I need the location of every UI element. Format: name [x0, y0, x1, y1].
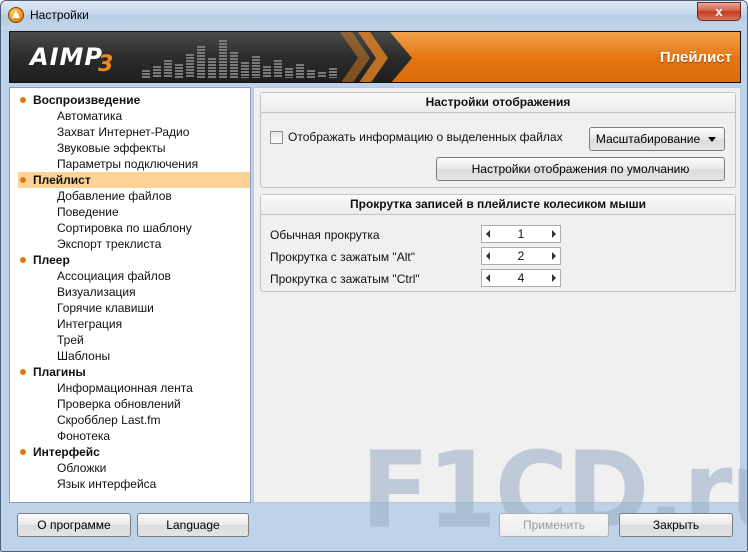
- tree-item-visualization[interactable]: Визуализация: [57, 284, 136, 300]
- tree-item-export-tracklist[interactable]: Экспорт треклиста: [57, 236, 161, 252]
- tree-item-update-check[interactable]: Проверка обновлений: [57, 396, 181, 412]
- bullet-icon: [20, 449, 26, 455]
- mouse-scroll-group: Прокрутка записей в плейлисте колесиком …: [260, 194, 736, 292]
- scaling-dropdown[interactable]: Масштабирование: [589, 127, 725, 151]
- arrow-left-icon[interactable]: [486, 274, 490, 282]
- tree-category-plugins[interactable]: Плагины: [18, 364, 242, 380]
- arrow-right-icon[interactable]: [552, 252, 556, 260]
- tree-category-playback[interactable]: Воспроизведение: [18, 92, 242, 108]
- language-button[interactable]: Language: [137, 513, 249, 537]
- aimp-logo: AIMP: [30, 43, 103, 71]
- group-title: Настройки отображения: [261, 93, 735, 113]
- equalizer-decoration: [142, 40, 337, 78]
- tree-item-connection[interactable]: Параметры подключения: [57, 156, 198, 172]
- tree-item-hotkeys[interactable]: Горячие клавиши: [57, 300, 154, 316]
- tree-item-radio-capture[interactable]: Захват Интернет-Радио: [57, 124, 189, 140]
- scroll-normal-label: Обычная прокрутка: [270, 228, 380, 242]
- tree-category-player[interactable]: Плеер: [18, 252, 242, 268]
- tree-item-sort-template[interactable]: Сортировка по шаблону: [57, 220, 192, 236]
- tree-item-music-library[interactable]: Фонотека: [57, 428, 110, 444]
- default-display-button[interactable]: Настройки отображения по умолчанию: [436, 157, 725, 181]
- tree-item-interface-language[interactable]: Язык интерфейса: [57, 476, 156, 492]
- show-info-checkbox[interactable]: [270, 131, 283, 144]
- apply-button[interactable]: Применить: [499, 513, 609, 537]
- bullet-icon: [20, 97, 26, 103]
- display-settings-group: Настройки отображения Отображать информа…: [260, 92, 736, 188]
- arrow-left-icon[interactable]: [486, 252, 490, 260]
- scroll-alt-label: Прокрутка с зажатым "Alt": [270, 250, 415, 264]
- bullet-icon: [20, 257, 26, 263]
- chevron-down-icon: [708, 137, 716, 142]
- arrow-right-icon[interactable]: [552, 230, 556, 238]
- group-title: Прокрутка записей в плейлисте колесиком …: [261, 195, 735, 215]
- scroll-normal-spinner[interactable]: 1: [481, 225, 561, 243]
- tree-item-skins[interactable]: Обложки: [57, 460, 106, 476]
- tree-item-info-ticker[interactable]: Информационная лента: [57, 380, 193, 396]
- tree-item-lastfm-scrobbler[interactable]: Скробблер Last.fm: [57, 412, 161, 428]
- window-title: Настройки: [30, 8, 89, 22]
- tree-item-add-files[interactable]: Добавление файлов: [57, 188, 172, 204]
- tree-category-playlist[interactable]: Плейлист: [18, 172, 250, 188]
- scroll-ctrl-label: Прокрутка с зажатым "Ctrl": [270, 272, 420, 286]
- tree-item-sound-effects[interactable]: Звуковые эффекты: [57, 140, 165, 156]
- close-button[interactable]: Закрыть: [619, 513, 733, 537]
- settings-tree: Воспроизведение Автоматика Захват Интерн…: [9, 87, 251, 503]
- bullet-icon: [20, 177, 26, 183]
- aimp-app-icon: [8, 7, 24, 23]
- show-info-label: Отображать информацию о выделенных файла…: [288, 130, 563, 144]
- header-banner: AIMP 3 Плейлист: [9, 31, 741, 83]
- settings-window: Настройки x AIMP 3 Плейлист Воспроизведе…: [0, 0, 748, 552]
- tree-category-interface[interactable]: Интерфейс: [18, 444, 242, 460]
- settings-panel: Настройки отображения Отображать информа…: [253, 87, 741, 503]
- arrow-right-icon[interactable]: [552, 274, 556, 282]
- tree-item-automation[interactable]: Автоматика: [57, 108, 122, 124]
- section-title: Плейлист: [659, 49, 732, 66]
- tree-item-integration[interactable]: Интеграция: [57, 316, 122, 332]
- tree-item-templates[interactable]: Шаблоны: [57, 348, 110, 364]
- tree-item-file-association[interactable]: Ассоциация файлов: [57, 268, 171, 284]
- tree-item-behavior[interactable]: Поведение: [57, 204, 119, 220]
- arrow-left-icon[interactable]: [486, 230, 490, 238]
- aimp-logo-version: 3: [98, 52, 114, 77]
- bullet-icon: [20, 369, 26, 375]
- about-button[interactable]: О программе: [17, 513, 131, 537]
- scroll-alt-spinner[interactable]: 2: [481, 247, 561, 265]
- window-close-button[interactable]: x: [697, 2, 741, 21]
- tree-item-tray[interactable]: Трей: [57, 332, 84, 348]
- title-bar: Настройки x: [1, 1, 747, 29]
- scroll-ctrl-spinner[interactable]: 4: [481, 269, 561, 287]
